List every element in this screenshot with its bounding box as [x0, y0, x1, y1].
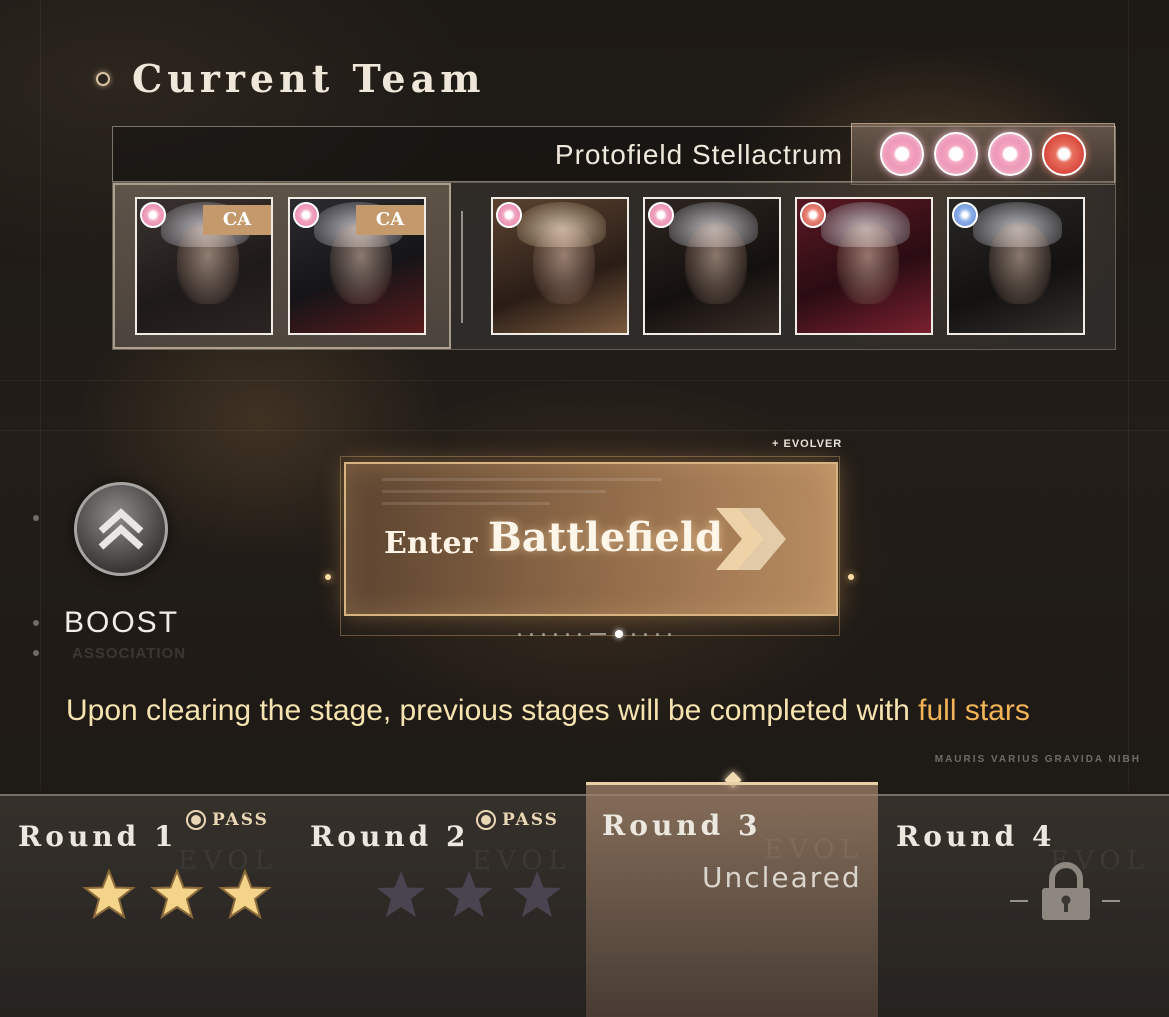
decorative-text-lines [382, 478, 662, 514]
round-title: Round 3 [602, 809, 762, 842]
boost-label: BOOST [64, 606, 180, 639]
star-filled-icon [150, 868, 204, 920]
header: Current Team [96, 56, 485, 101]
round-tab-3[interactable]: EVOL Round 3 Uncleared [586, 782, 878, 1017]
double-chevron-up-icon [98, 508, 144, 550]
star-filled-icon [82, 868, 136, 920]
star-empty-icon [377, 871, 425, 917]
title-bullet-icon [96, 71, 110, 86]
support-card-1[interactable]: CA [135, 197, 273, 335]
star-empty-icon [445, 871, 493, 917]
orb-pink-icon [934, 132, 978, 176]
round-status: Uncleared [702, 861, 862, 894]
team-name: Protofield Stellactrum [554, 139, 843, 170]
star-rating [82, 868, 272, 922]
round-title: Round 1 [18, 820, 178, 853]
round-title: Round 2 [310, 820, 470, 853]
element-badge-pink-icon [496, 202, 522, 228]
element-badge-red-icon [800, 202, 826, 228]
round-tab-1[interactable]: EVOL Round 1 PASS [0, 796, 290, 1017]
side-dot [33, 650, 39, 656]
double-chevron-right-icon [716, 508, 786, 570]
page-title: Current Team [132, 56, 486, 101]
element-badge-blue-icon [952, 202, 978, 228]
lock-decor-line [1010, 900, 1028, 902]
enter-label: Enter [384, 526, 478, 561]
element-badge-pink-icon [648, 202, 674, 228]
pass-icon [186, 810, 206, 830]
lock-decor-line [1102, 900, 1120, 902]
round-selector: EVOL Round 1 PASS EVOL Round 2 PASS EVOL… [0, 782, 1169, 1017]
member-card-4[interactable] [947, 197, 1085, 335]
pass-badge: PASS [476, 810, 559, 830]
orb-pink-icon [988, 132, 1032, 176]
support-card-2[interactable]: CA [288, 197, 426, 335]
notice-text: Upon clearing the stage, previous stages… [66, 694, 919, 727]
member-card-2[interactable] [643, 197, 781, 335]
pass-icon [476, 810, 496, 830]
round-tab-2[interactable]: EVOL Round 2 PASS [292, 796, 584, 1017]
notice-highlight: full stars [918, 694, 1030, 727]
round-tab-4[interactable]: EVOL Round 4 [880, 796, 1169, 1017]
orb-pink-icon [880, 132, 924, 176]
round-title: Round 4 [896, 820, 1056, 853]
page-indicator [518, 630, 671, 638]
member-card-1[interactable] [491, 197, 629, 335]
boost-button[interactable] [74, 482, 168, 576]
watermark-text: MAURIS VARIUS GRAVIDA NIBH [934, 754, 1141, 765]
clear-notice: Upon clearing the stage, previous stages… [66, 694, 1030, 728]
element-badge-pink-icon [140, 202, 166, 228]
star-rating [374, 868, 564, 922]
star-filled-icon [218, 868, 272, 920]
card-tag: CA [356, 205, 424, 235]
pass-badge: PASS [186, 810, 269, 830]
team-header: Protofield Stellactrum [112, 123, 1116, 185]
enter-battlefield-button[interactable]: Enter Battlefield [344, 462, 838, 616]
side-dot [33, 620, 39, 626]
element-badge-pink-icon [293, 202, 319, 228]
evolver-tag: + EVOLVER [772, 438, 843, 450]
member-card-3[interactable] [795, 197, 933, 335]
boost-sublabel: ASSOCIATION [72, 645, 187, 662]
orb-red-icon [1042, 132, 1086, 176]
lock-icon [1042, 862, 1090, 920]
spark-dot [848, 574, 854, 580]
roster-divider [461, 211, 463, 323]
card-tag: CA [203, 205, 271, 235]
team-orbs[interactable] [851, 123, 1115, 185]
spark-dot [325, 574, 331, 580]
star-empty-icon [513, 871, 561, 917]
team-roster: CA CA [112, 182, 1116, 350]
battlefield-label: Battlefield [488, 514, 724, 561]
side-dot [33, 515, 39, 521]
